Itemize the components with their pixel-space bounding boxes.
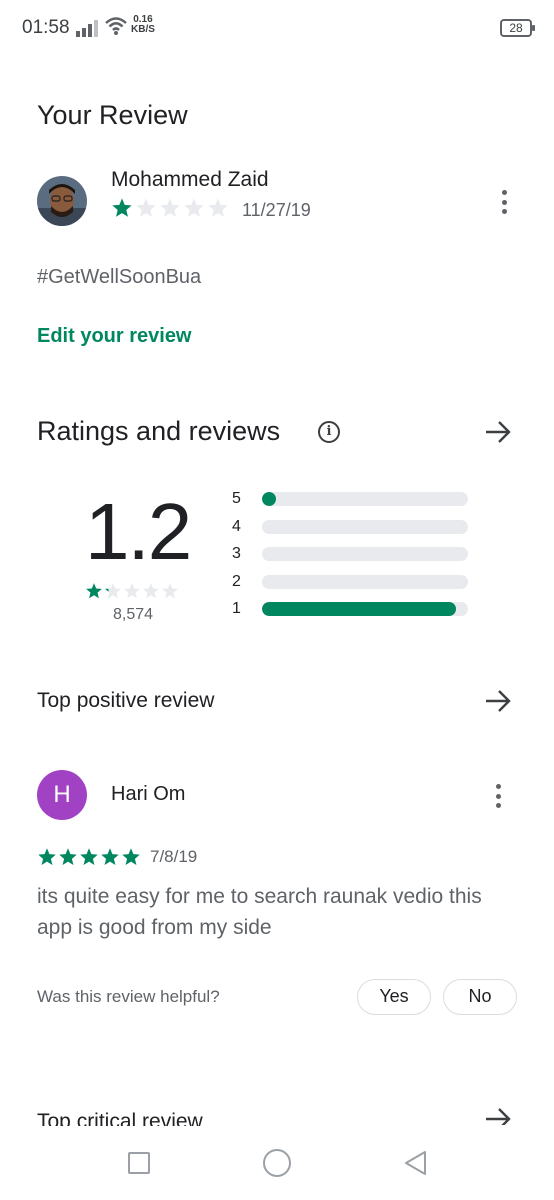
rating-bar-label: 2 (232, 572, 241, 590)
arrow-right-icon[interactable] (484, 689, 512, 713)
rating-bar-track (262, 492, 468, 506)
network-speed: 0.16 KB/S (131, 15, 155, 35)
rating-bar-4: 4 (232, 516, 472, 544)
rating-bar-1: 1 (232, 598, 472, 626)
system-nav-bar (0, 1130, 554, 1200)
more-options-icon[interactable] (488, 781, 508, 811)
helpful-yes-button[interactable]: Yes (357, 979, 431, 1015)
your-review-title: Your Review (37, 100, 188, 130)
edit-review-link[interactable]: Edit your review (37, 325, 192, 348)
rating-bar-label: 4 (232, 517, 241, 535)
profile-photo (37, 176, 87, 226)
rating-bar-5: 5 (232, 488, 472, 516)
arrow-right-icon[interactable] (484, 1107, 512, 1125)
top-positive-title: Top positive review (37, 689, 215, 712)
star-icon (124, 583, 140, 599)
status-bar: 01:58 0.16 KB/S 28 (0, 0, 554, 56)
rating-count: 8,574 (113, 606, 154, 623)
info-icon[interactable]: i (318, 421, 340, 443)
average-rating: 1.2 (85, 487, 192, 576)
status-time: 01:58 (22, 17, 70, 38)
star-icon (136, 198, 156, 217)
star-icon (208, 198, 228, 217)
average-rating-stars (85, 582, 179, 600)
rating-bar-fill (262, 492, 277, 506)
ratings-title: Ratings and reviews (37, 416, 281, 446)
star-icon (101, 848, 119, 865)
reviewer-avatar[interactable]: H (37, 770, 87, 820)
star-icon (143, 583, 159, 599)
star-icon (38, 848, 56, 865)
reviewer-name: Hari Om (111, 783, 186, 805)
rating-distribution: 5 4 3 2 1 (232, 488, 472, 626)
battery-icon: 28 (500, 19, 535, 37)
star-icon (162, 583, 178, 599)
review-rating-stars (37, 847, 141, 867)
recents-icon[interactable] (128, 1152, 150, 1174)
rating-bar-fill (262, 602, 456, 616)
review-date: 11/27/19 (242, 200, 311, 220)
rating-bar-label: 5 (232, 490, 241, 507)
star-icon (59, 848, 77, 865)
rating-bar-2: 2 (232, 571, 472, 599)
rating-bar-label: 1 (232, 600, 241, 617)
rating-bar-label: 3 (232, 545, 241, 562)
star-icon (112, 198, 132, 217)
home-icon[interactable] (263, 1149, 291, 1177)
signal-icon (76, 20, 98, 37)
star-icon (122, 848, 140, 865)
helpful-question: Was this review helpful? (37, 987, 220, 1006)
review-text: its quite easy for me to search raunak v… (37, 885, 482, 939)
rating-bar-track (262, 547, 468, 561)
more-options-icon[interactable] (494, 187, 514, 217)
star-icon (86, 583, 102, 599)
helpful-no-button[interactable]: No (443, 979, 517, 1015)
avatar[interactable] (37, 176, 87, 226)
star-icon (184, 198, 204, 217)
reviewer-name: Mohammed Zaid (111, 168, 269, 191)
rating-bar-3: 3 (232, 543, 472, 571)
rating-bar-track (262, 519, 468, 534)
top-critical-title: Top critical review (37, 1110, 203, 1126)
my-review-text: #GetWellSoonBua (37, 266, 202, 288)
rating-bar-track (262, 574, 468, 589)
wifi-icon (105, 17, 127, 35)
star-icon (80, 848, 98, 865)
back-icon[interactable] (402, 1149, 428, 1177)
network-speed-unit: KB/S (131, 24, 155, 35)
my-rating-stars (111, 197, 229, 219)
review-date: 7/8/19 (150, 847, 198, 866)
arrow-right-icon[interactable] (484, 420, 512, 444)
star-icon (160, 198, 180, 217)
star-icon (105, 583, 121, 599)
rating-bar-track (262, 602, 468, 616)
